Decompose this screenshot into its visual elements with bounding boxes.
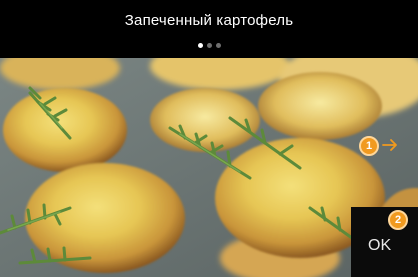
recipe-title: Запеченный картофель [124,12,294,29]
hint-badge-1: 1 [359,136,379,156]
page-indicator [0,43,418,48]
next-step-hint[interactable]: 1 [357,133,407,159]
page-dot-3[interactable] [215,43,221,48]
header-bar: Запеченный картофель [0,0,418,58]
ok-label: OK [368,237,392,254]
ok-button[interactable]: 2 OK [351,207,418,277]
page-dot-2[interactable] [206,43,212,48]
hint-badge-2: 2 [388,210,408,230]
page-dot-1[interactable] [197,43,203,48]
arrow-right-icon[interactable] [382,137,398,153]
